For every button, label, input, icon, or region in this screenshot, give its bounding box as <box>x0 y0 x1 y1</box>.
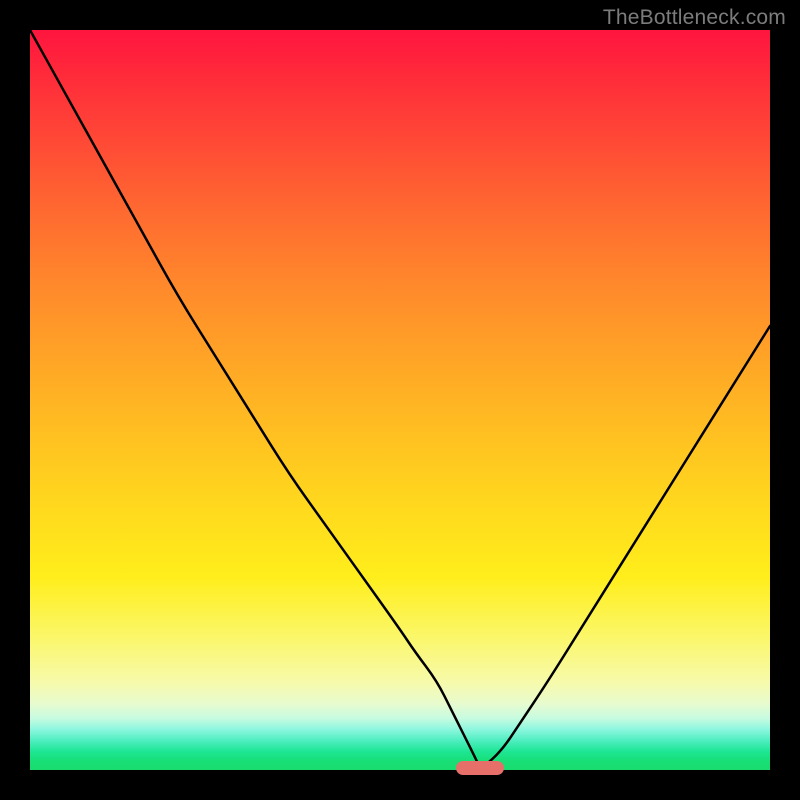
bottleneck-curve <box>30 30 770 770</box>
optimal-marker <box>456 761 504 775</box>
chart-frame: TheBottleneck.com <box>0 0 800 800</box>
curve-path <box>30 30 770 766</box>
watermark-text: TheBottleneck.com <box>603 6 786 30</box>
plot-area <box>30 30 770 770</box>
